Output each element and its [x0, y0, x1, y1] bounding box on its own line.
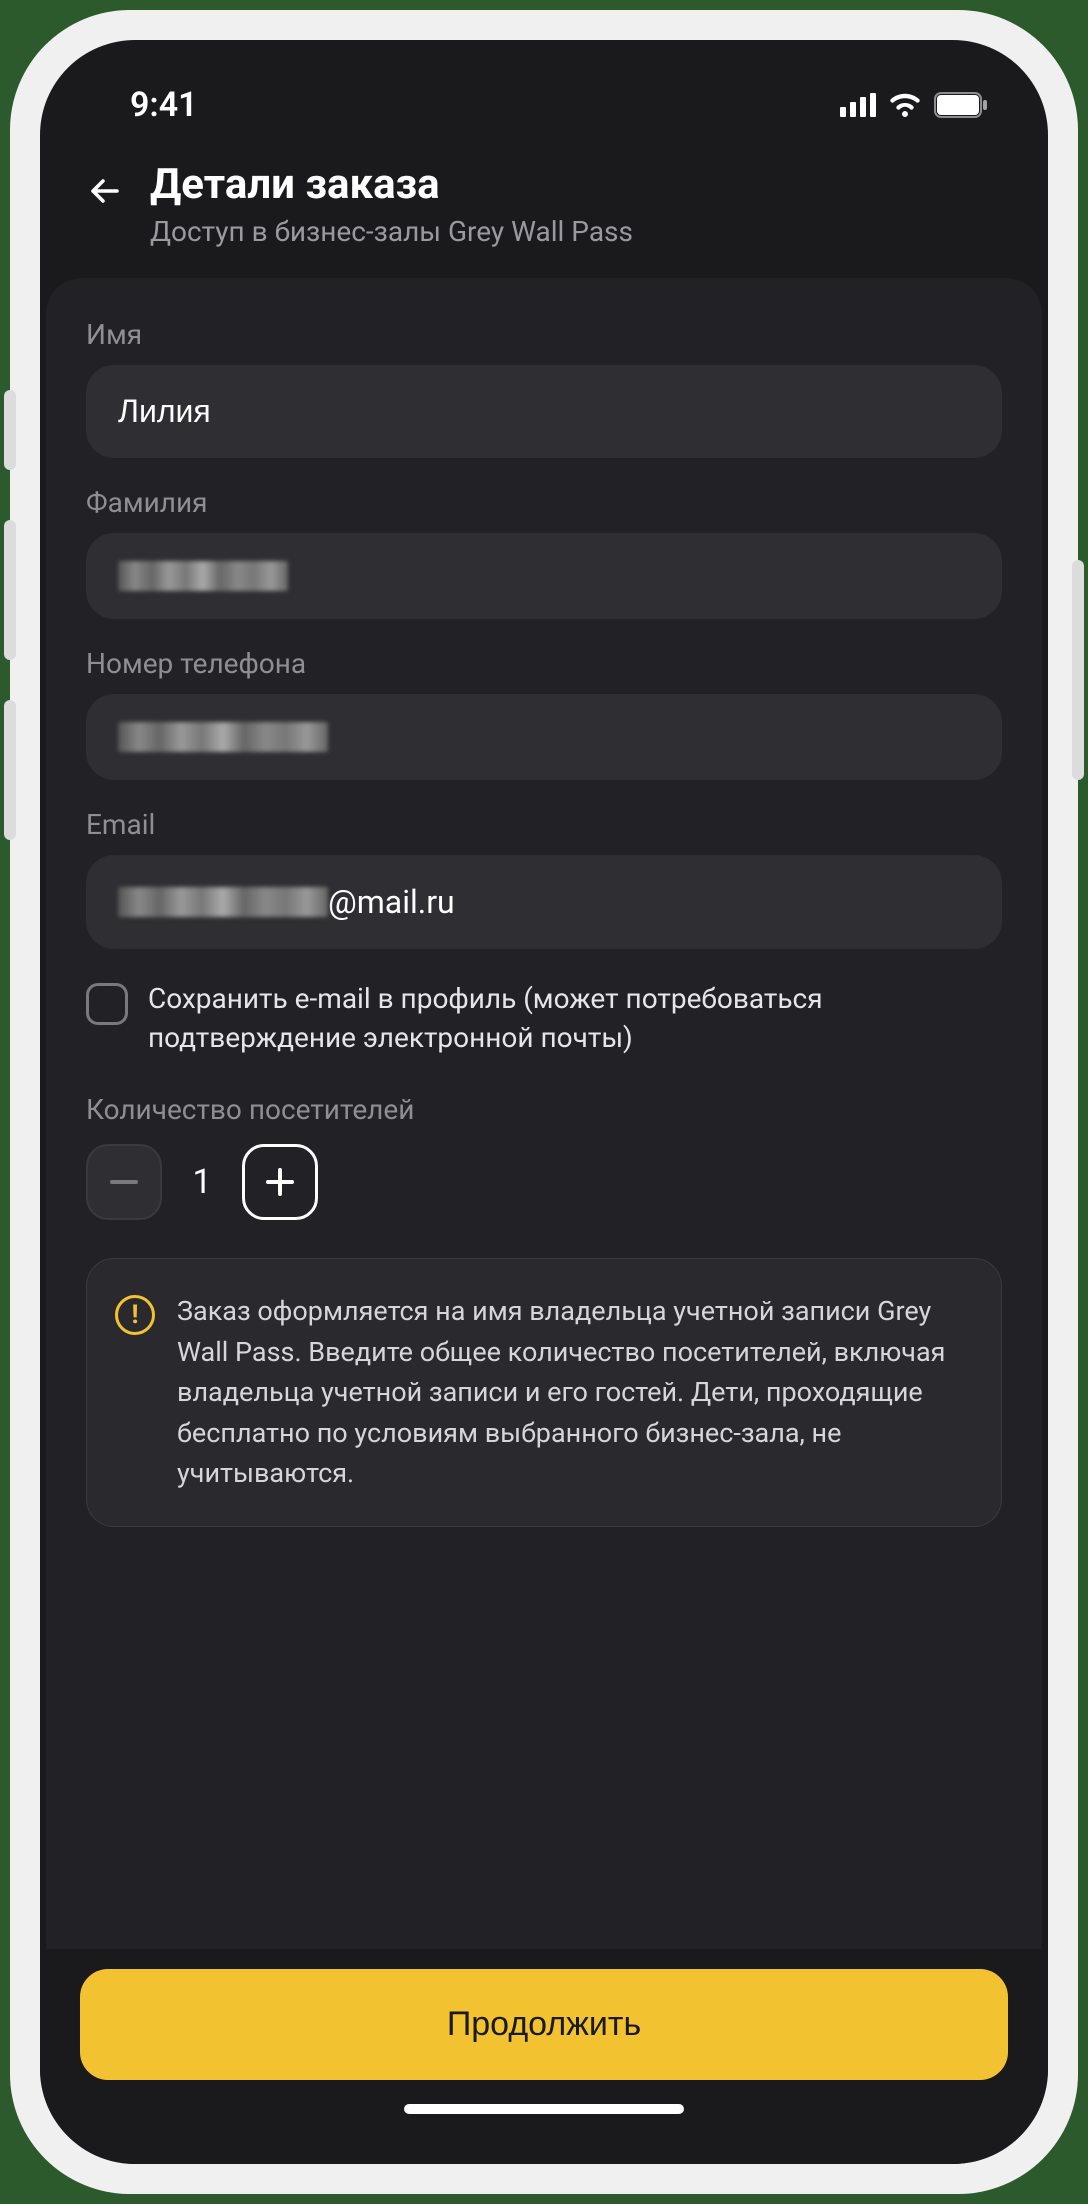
cellular-icon	[840, 93, 876, 117]
save-email-checkbox-row[interactable]: Сохранить e-mail в профиль (может потреб…	[86, 979, 1002, 1057]
last-name-label: Фамилия	[86, 486, 1002, 519]
redacted-text	[118, 561, 288, 591]
battery-icon	[934, 92, 988, 118]
decrease-button[interactable]	[86, 1144, 162, 1220]
footer: Продолжить	[40, 1949, 1048, 2164]
back-button[interactable]	[80, 166, 130, 216]
status-icons	[840, 92, 988, 118]
side-button	[4, 520, 16, 660]
page-subtitle: Доступ в бизнес-залы Grey Wall Pass	[150, 215, 1008, 248]
side-button	[4, 700, 16, 840]
phone-label: Номер телефона	[86, 647, 1002, 680]
device-frame: 9:41 Детали заказа Доступ в бизнес-залы …	[10, 10, 1078, 2194]
first-name-input[interactable]	[86, 365, 1002, 458]
notice-text: Заказ оформляется на имя владельца учетн…	[177, 1291, 973, 1494]
visitors-stepper: 1	[86, 1144, 1002, 1220]
header: Детали заказа Доступ в бизнес-залы Grey …	[40, 140, 1048, 278]
email-input[interactable]: @mail.ru	[86, 855, 1002, 949]
redacted-text	[118, 722, 328, 752]
info-notice: ! Заказ оформляется на имя владельца уче…	[86, 1258, 1002, 1527]
page-title: Детали заказа	[150, 160, 1008, 209]
side-button	[1072, 560, 1084, 780]
phone-group: Номер телефона	[86, 647, 1002, 780]
side-button	[4, 390, 16, 470]
wifi-icon	[888, 93, 922, 117]
continue-button[interactable]: Продолжить	[80, 1969, 1008, 2080]
form-content: Имя Фамилия Номер телефона Email @	[46, 278, 1042, 1949]
first-name-label: Имя	[86, 318, 1002, 351]
email-suffix: @mail.ru	[328, 883, 455, 921]
header-text: Детали заказа Доступ в бизнес-залы Grey …	[150, 160, 1008, 248]
visitors-count: 1	[190, 1162, 214, 1202]
save-email-label: Сохранить e-mail в профиль (может потреб…	[148, 979, 1002, 1057]
increase-button[interactable]	[242, 1144, 318, 1220]
minus-icon	[110, 1180, 138, 1184]
status-bar: 9:41	[40, 40, 1048, 140]
status-time: 9:41	[130, 85, 198, 125]
last-name-input[interactable]	[86, 533, 1002, 619]
visitors-group: Количество посетителей 1	[86, 1093, 1002, 1220]
visitors-label: Количество посетителей	[86, 1093, 1002, 1126]
plus-icon	[266, 1168, 294, 1196]
arrow-left-icon	[85, 171, 125, 211]
home-indicator[interactable]	[404, 2104, 684, 2114]
last-name-group: Фамилия	[86, 486, 1002, 619]
save-email-checkbox[interactable]	[86, 983, 128, 1025]
screen: 9:41 Детали заказа Доступ в бизнес-залы …	[40, 40, 1048, 2164]
email-group: Email @mail.ru	[86, 808, 1002, 949]
redacted-text	[118, 887, 328, 917]
phone-input[interactable]	[86, 694, 1002, 780]
email-label: Email	[86, 808, 1002, 841]
warning-icon: !	[115, 1295, 155, 1335]
first-name-group: Имя	[86, 318, 1002, 458]
